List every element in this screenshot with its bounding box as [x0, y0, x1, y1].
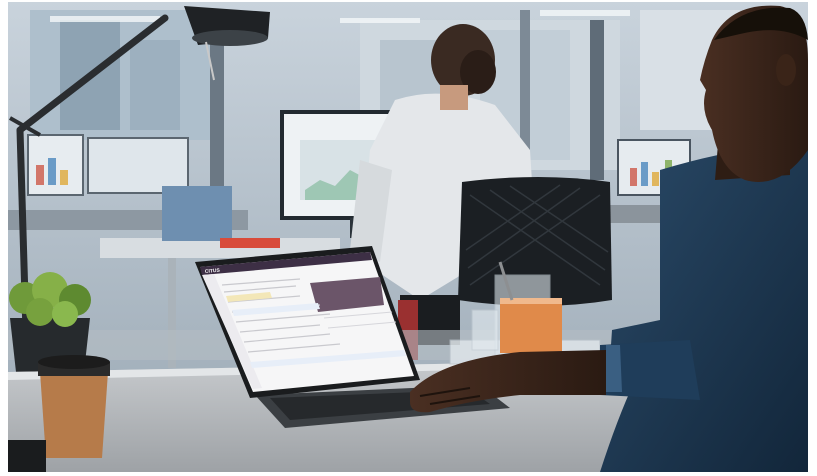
smartphone: [8, 440, 46, 472]
coffee-cup: [38, 355, 110, 458]
office-photo: CITUS: [0, 0, 817, 476]
